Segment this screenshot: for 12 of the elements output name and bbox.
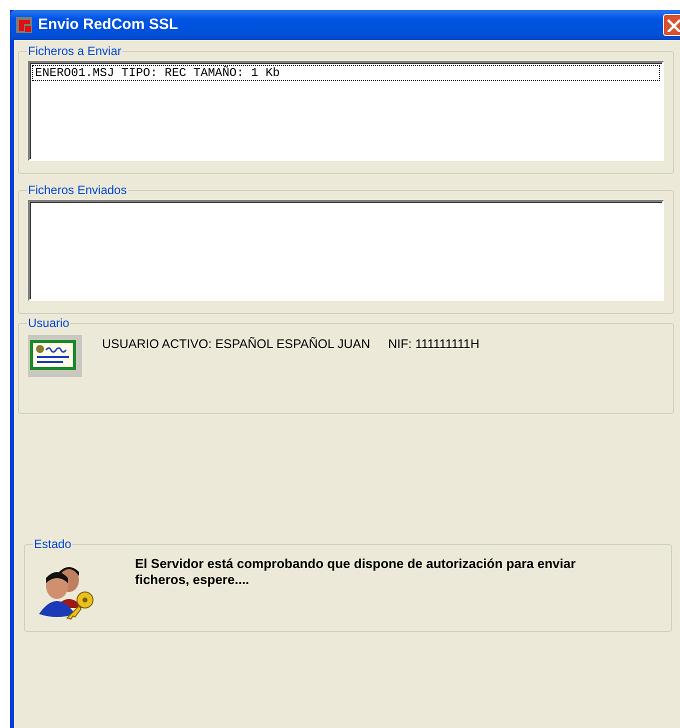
active-user-text: USUARIO ACTIVO: ESPAÑOL ESPAÑOL JUAN (102, 336, 370, 353)
app-icon (16, 17, 32, 33)
group-title: Usuario (27, 317, 70, 329)
group-title: Ficheros a Enviar (27, 45, 122, 57)
group-title: Estado (33, 538, 72, 550)
certificate-icon (28, 335, 82, 377)
group-title: Ficheros Enviados (27, 184, 128, 196)
list-item[interactable]: ENERO01.MSJ TIPO: REC TAMAÑO: 1 Kb (32, 65, 660, 81)
window-title: Envio RedCom SSL (38, 14, 178, 35)
nif-text: NIF: 111111111H (388, 336, 480, 353)
close-button[interactable] (663, 14, 680, 36)
status-message: El Servidor está comprobando que dispone de autorización para enviar ficheros, espere.... (135, 556, 577, 588)
